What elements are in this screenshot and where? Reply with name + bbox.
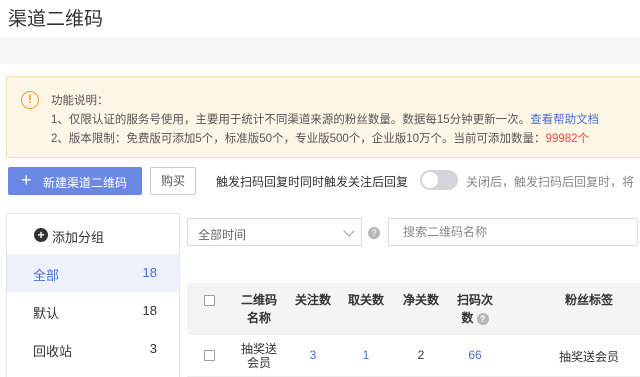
row-follow-count[interactable]: 3 <box>289 348 337 362</box>
plus-circle-icon: + <box>34 228 48 242</box>
new-qrcode-button[interactable]: + 新建渠道二维码 <box>8 167 142 195</box>
add-group-button[interactable]: + 添加分组 <box>7 214 179 254</box>
buy-button[interactable]: 购买 <box>150 167 196 195</box>
header-divider <box>0 38 640 64</box>
table-row[interactable]: 抽奖送 会员 3 1 2 66 抽奖送会员 <box>187 335 640 377</box>
sidebar-item-all[interactable]: 全部 18 <box>7 254 179 292</box>
trigger-reply-label: 触发扫码回复时同时触发关注后回复 <box>216 175 409 189</box>
remaining-count: 99982个 <box>545 133 590 145</box>
trigger-reply-toggle[interactable] <box>420 170 458 190</box>
question-icon[interactable]: ? <box>368 227 380 239</box>
row-name-line2: 会员 <box>246 356 271 370</box>
col-header-name-line2: 名称 <box>246 311 271 325</box>
add-group-label: 添加分组 <box>52 230 105 245</box>
time-filter-select[interactable]: 全部时间 <box>187 218 362 246</box>
chevron-down-icon <box>343 225 355 237</box>
col-header-follow[interactable]: 关注数 <box>289 291 337 309</box>
col-header-name: 二维码 名称 <box>234 291 284 327</box>
col-header-net[interactable]: 净关数 <box>397 291 445 309</box>
row-checkbox[interactable] <box>204 350 215 361</box>
notice-heading: 功能说明： <box>51 95 109 107</box>
col-header-scan-line2: 数 <box>461 311 474 325</box>
row-scan-count[interactable]: 66 <box>449 348 501 362</box>
help-doc-link[interactable]: 查看帮助文档 <box>530 114 599 126</box>
sidebar-item-default[interactable]: 默认 18 <box>7 292 179 330</box>
group-count: 18 <box>142 303 157 318</box>
exclamation-circle-icon: ! <box>21 91 39 109</box>
group-count: 3 <box>149 341 157 356</box>
notice-line-2-text: 2、版本限制：免费版可添加5个，标准版50个，专业版500个，企业版10万个。当… <box>51 133 546 145</box>
page-title: 渠道二维码 <box>8 9 104 30</box>
group-name: 回收站 <box>33 344 73 359</box>
notice-panel: ! 功能说明： 1、仅限认证的服务号使用，主要用于统计不同渠道来源的粉丝数量。数… <box>6 76 640 158</box>
select-all-checkbox[interactable] <box>204 295 215 306</box>
group-sidebar: + 添加分组 全部 18 默认 18 回收站 3 <box>6 213 180 377</box>
col-header-scan[interactable]: 扫码次 数 ? <box>449 291 501 327</box>
col-header-tags: 粉丝标签 <box>564 293 613 307</box>
trigger-reply-hint: 关闭后，触发扫码后回复时，将 <box>466 175 635 189</box>
toggle-knob <box>422 172 438 188</box>
time-filter-value: 全部时间 <box>198 228 247 242</box>
row-unfollow-count[interactable]: 1 <box>342 348 390 362</box>
row-net-count: 2 <box>417 348 425 362</box>
search-input[interactable] <box>388 218 638 246</box>
row-name-line1: 抽奖送 <box>240 342 277 356</box>
group-name: 默认 <box>33 306 60 321</box>
group-name: 全部 <box>33 268 60 283</box>
plus-icon: + <box>21 170 32 190</box>
notice-line-1: 1、仅限认证的服务号使用，主要用于统计不同渠道来源的粉丝数量。数据每15分钟更新… <box>51 111 599 127</box>
col-header-scan-line1: 扫码次 <box>456 293 493 307</box>
question-icon[interactable]: ? <box>476 312 489 325</box>
notice-line-1-text: 1、仅限认证的服务号使用，主要用于统计不同渠道来源的粉丝数量。数据每15分钟更新… <box>51 114 531 126</box>
row-fan-tags: 抽奖送会员 <box>558 350 619 364</box>
notice-line-2: 2、版本限制：免费版可添加5个，标准版50个，专业版500个，企业版10万个。当… <box>51 130 589 146</box>
table-header: 二维码 名称 关注数 取关数 净关数 扫码次 数 ? 粉丝标签 <box>187 283 640 335</box>
new-qrcode-label: 新建渠道二维码 <box>43 176 128 190</box>
col-header-unfollow[interactable]: 取关数 <box>342 291 390 309</box>
group-count: 18 <box>142 265 157 280</box>
row-name[interactable]: 抽奖送 会员 <box>234 342 284 370</box>
col-header-name-line1: 二维码 <box>240 293 277 307</box>
sidebar-item-recycle-bin[interactable]: 回收站 3 <box>7 330 179 368</box>
